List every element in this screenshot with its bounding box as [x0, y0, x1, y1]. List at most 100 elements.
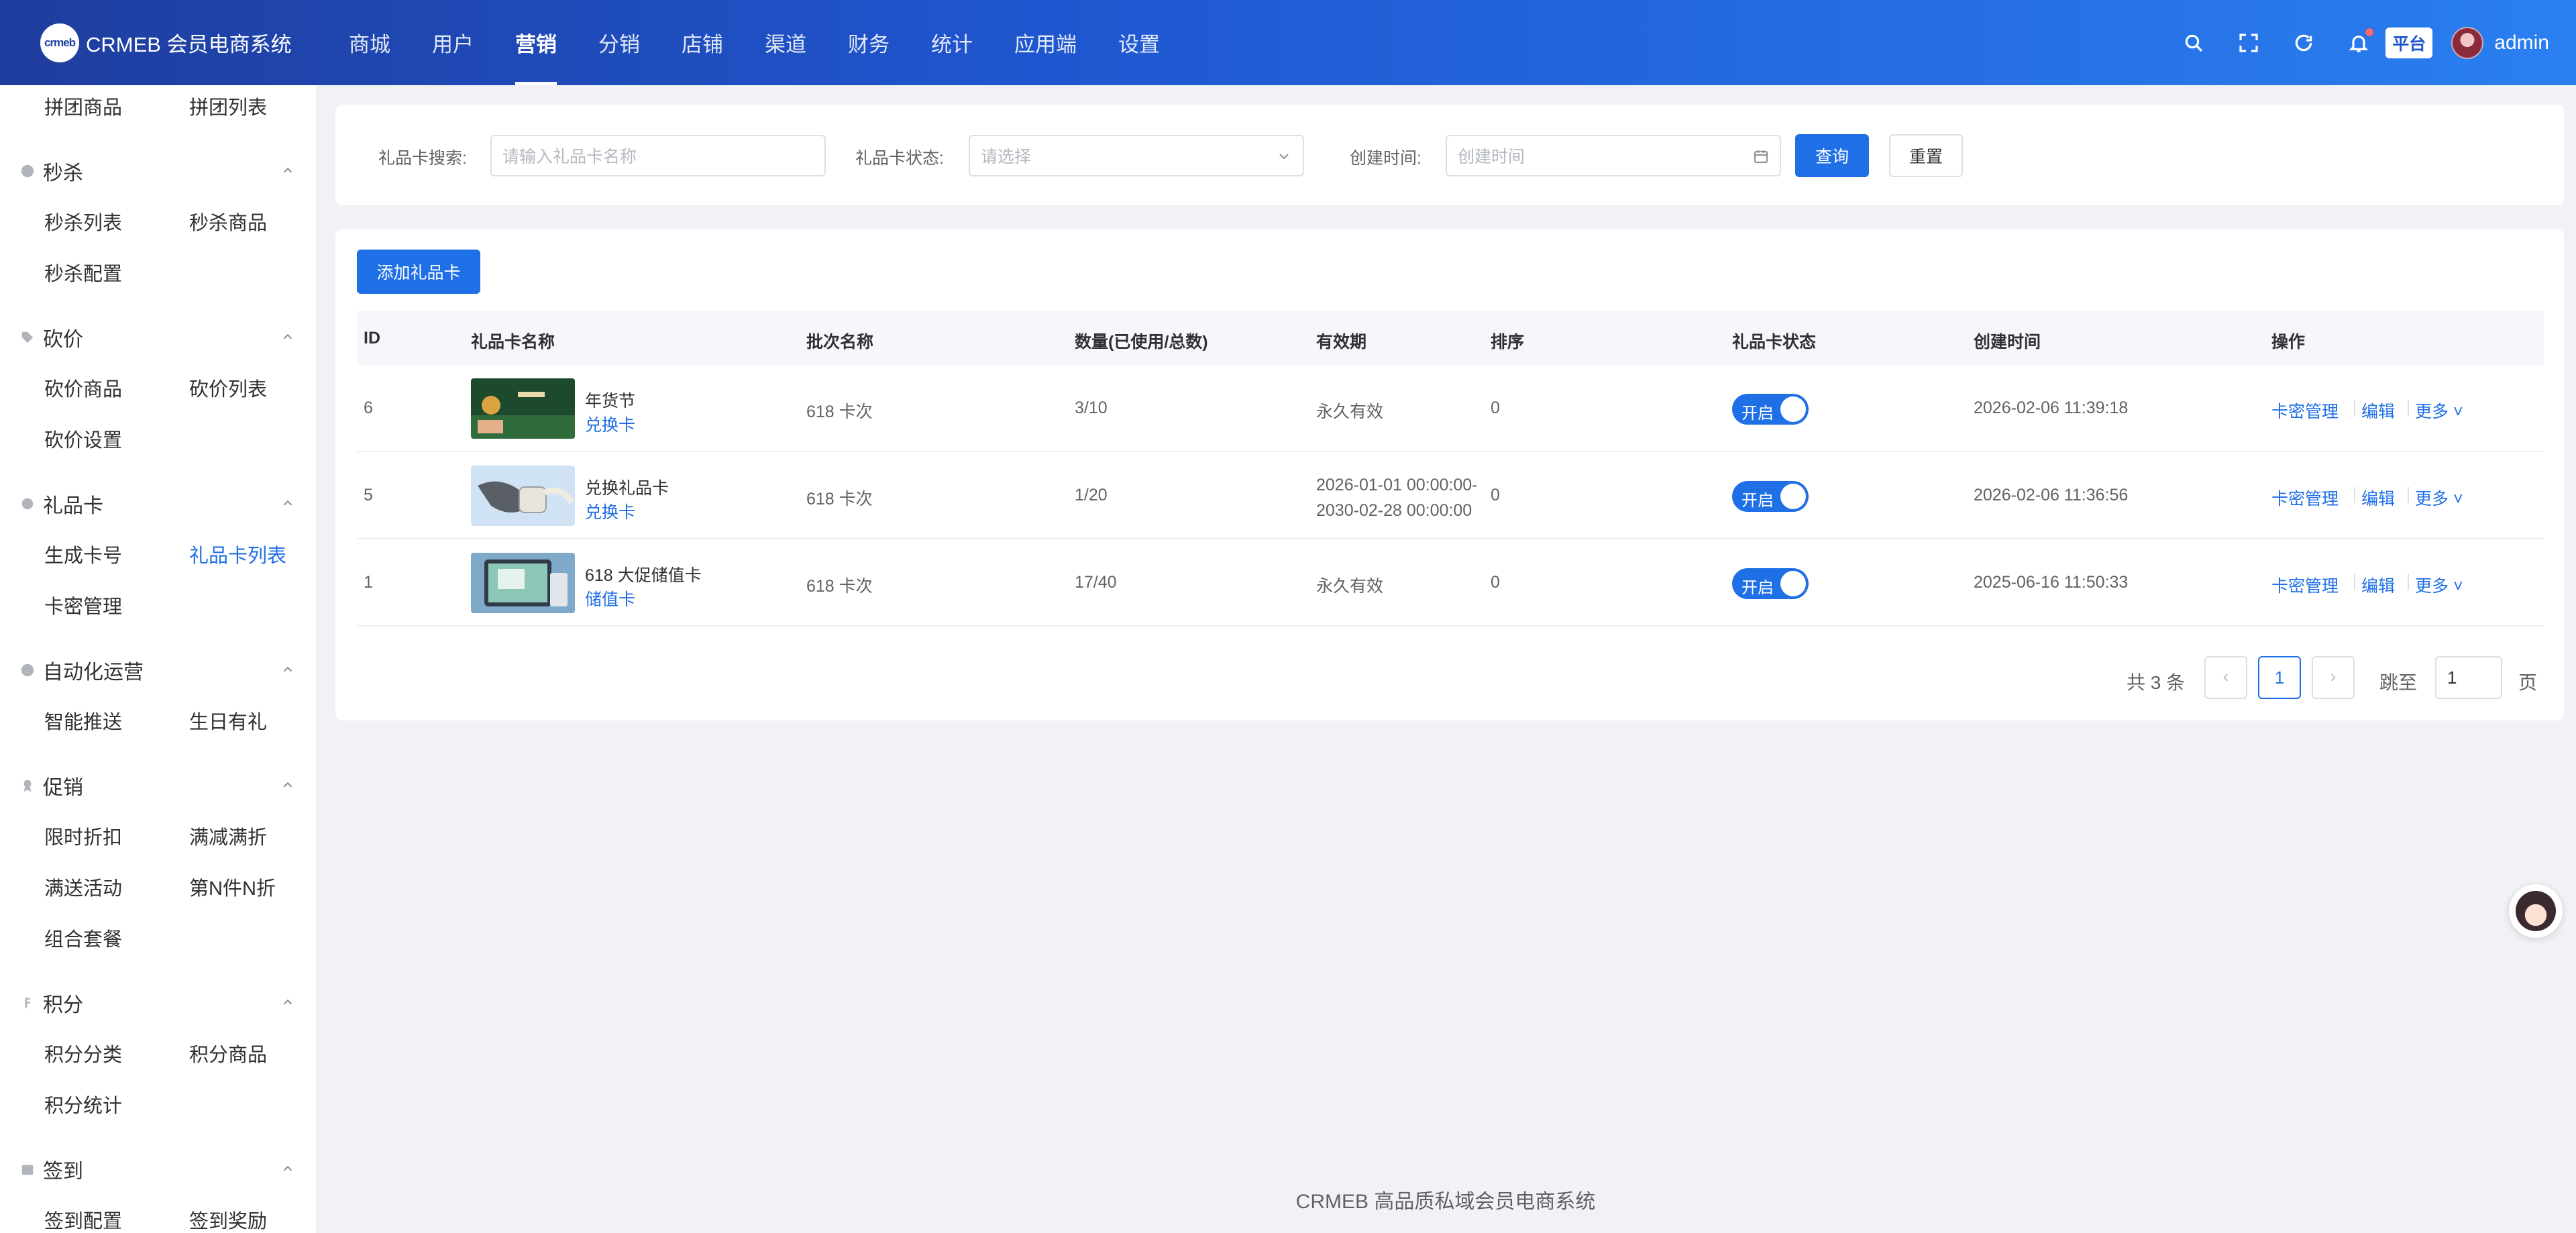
search-icon[interactable] — [2182, 31, 2206, 55]
sidebar-group-signin[interactable]: 签到 — [20, 1155, 295, 1184]
prev-page-button[interactable] — [2204, 656, 2247, 699]
avatar[interactable] — [2451, 26, 2484, 59]
search-label: 礼品卡搜索: — [378, 149, 467, 168]
edit-link[interactable]: 编辑 — [2361, 573, 2395, 597]
cell-created: 2026-02-06 11:36:56 — [1974, 486, 2129, 504]
nav-item-channel[interactable]: 渠道 — [745, 0, 828, 85]
status-select-placeholder: 请选择 — [981, 148, 1032, 166]
sidebar-group-bargain[interactable]: 砍价 — [20, 323, 295, 352]
sidebar-item-birthday-gift[interactable]: 生日有礼 — [189, 706, 267, 735]
cell-batch: 618 卡次 — [806, 403, 873, 421]
main-nav: 商城 用户 营销 分销 店铺 渠道 财务 统计 应用端 设置 — [329, 0, 1181, 85]
robot-icon — [20, 663, 35, 678]
status-toggle-label: 开启 — [1741, 405, 1774, 423]
nav-item-store[interactable]: 店铺 — [661, 0, 745, 85]
edit-link[interactable]: 编辑 — [2361, 486, 2395, 510]
sidebar-group-promotion[interactable]: 促销 — [20, 771, 295, 800]
cell-card-name: 兑换礼品卡 — [585, 479, 669, 498]
sidebar-group-points[interactable]: 积分 — [20, 988, 295, 1018]
sidebar-item-bargain-products[interactable]: 砍价商品 — [44, 374, 122, 402]
cell-sort: 0 — [1491, 573, 1500, 592]
more-dropdown[interactable]: 更多 ˅ — [2415, 573, 2463, 597]
more-dropdown[interactable]: 更多 ˅ — [2415, 486, 2463, 510]
nav-item-apps[interactable]: 应用端 — [994, 0, 1098, 85]
platform-badge[interactable]: 平台 — [2385, 27, 2433, 58]
nav-item-mall[interactable]: 商城 — [329, 0, 412, 85]
jump-page-input[interactable]: 1 — [2435, 656, 2502, 699]
sidebar-item-points-products[interactable]: 积分商品 — [189, 1039, 267, 1067]
top-tools: 平台 admin — [2151, 0, 2549, 85]
add-gift-card-button[interactable]: 添加礼品卡 — [357, 250, 480, 294]
sidebar-item-bargain-settings[interactable]: 砍价设置 — [44, 425, 122, 453]
status-label: 礼品卡状态: — [855, 149, 944, 168]
admin-name[interactable]: admin — [2494, 32, 2549, 54]
card-secret-manage-link[interactable]: 卡密管理 — [2271, 486, 2339, 510]
nav-item-finance[interactable]: 财务 — [828, 0, 911, 85]
query-button[interactable]: 查询 — [1795, 134, 1869, 177]
sidebar-item-seckill-products[interactable]: 秒杀商品 — [189, 207, 267, 235]
refresh-icon[interactable] — [2292, 31, 2316, 55]
sidebar-item-points-stats[interactable]: 积分统计 — [44, 1090, 122, 1118]
sidebar-item-group-products[interactable]: 拼团商品 — [44, 92, 122, 120]
sidebar-group-gift-card[interactable]: 礼品卡 — [20, 489, 295, 519]
gift-card-search-input[interactable]: 请输入礼品卡名称 — [490, 135, 826, 176]
sidebar-item-gift-card-list[interactable]: 礼品卡列表 — [189, 540, 286, 568]
sidebar-item-signin-reward[interactable]: 签到奖励 — [189, 1205, 267, 1233]
created-time-picker[interactable]: 创建时间 — [1446, 135, 1781, 176]
nav-item-user[interactable]: 用户 — [412, 0, 495, 85]
sidebar-item-group-list[interactable]: 拼团列表 — [189, 92, 267, 120]
nav-item-distribution[interactable]: 分销 — [578, 0, 661, 85]
cell-created: 2026-02-06 11:39:18 — [1974, 398, 2129, 417]
sidebar-item-bargain-list[interactable]: 砍价列表 — [189, 374, 267, 402]
reset-button[interactable]: 重置 — [1889, 134, 1963, 177]
next-page-button[interactable] — [2312, 656, 2355, 699]
brand[interactable]: crmeb CRMEB 会员电商系统 — [0, 23, 309, 62]
sidebar-item-card-secret-manage[interactable]: 卡密管理 — [44, 591, 122, 619]
edit-link[interactable]: 编辑 — [2361, 398, 2395, 423]
sidebar: 拼团商品 拼团列表 秒杀 秒杀列表 秒杀商品 秒杀配置 砍价 砍价商品 砍价列表… — [0, 85, 317, 1233]
fullscreen-icon[interactable] — [2237, 31, 2261, 55]
sidebar-group-automation[interactable]: 自动化运营 — [20, 655, 295, 685]
sidebar-item-limited-discount[interactable]: 限时折扣 — [44, 822, 122, 850]
nav-item-marketing[interactable]: 营销 — [495, 0, 578, 85]
sidebar-item-nth-discount[interactable]: 第N件N折 — [189, 873, 276, 901]
column-header-status: 礼品卡状态 — [1732, 333, 1817, 352]
cell-card-type[interactable]: 兑换卡 — [585, 412, 635, 436]
medal-icon — [20, 778, 35, 793]
customer-service-avatar[interactable] — [2509, 884, 2563, 938]
brand-title: CRMEB 会员电商系统 — [86, 33, 292, 56]
nav-item-statistics[interactable]: 统计 — [911, 0, 994, 85]
sidebar-item-generate-card-no[interactable]: 生成卡号 — [44, 540, 122, 568]
column-header-quantity: 数量(已使用/总数) — [1075, 333, 1208, 352]
sidebar-item-combo-package[interactable]: 组合套餐 — [44, 924, 122, 952]
card-secret-manage-link[interactable]: 卡密管理 — [2271, 573, 2339, 597]
cell-id: 1 — [364, 573, 373, 592]
status-toggle[interactable]: 开启 — [1732, 481, 1809, 512]
sidebar-item-seckill-list[interactable]: 秒杀列表 — [44, 207, 122, 235]
cell-card-type[interactable]: 兑换卡 — [585, 499, 635, 523]
nav-item-settings[interactable]: 设置 — [1098, 0, 1181, 85]
column-header-validity: 有效期 — [1316, 333, 1367, 352]
sidebar-item-full-reduction[interactable]: 满减满折 — [189, 822, 267, 850]
sidebar-item-signin-config[interactable]: 签到配置 — [44, 1205, 122, 1233]
page-number-button[interactable]: 1 — [2258, 656, 2301, 699]
sidebar-item-seckill-config[interactable]: 秒杀配置 — [44, 258, 122, 286]
more-label: 更多 — [2415, 403, 2449, 421]
bell-icon[interactable] — [2347, 26, 2375, 55]
gift-card-status-select[interactable]: 请选择 — [969, 135, 1304, 176]
sidebar-group-seckill[interactable]: 秒杀 — [20, 156, 295, 186]
card-secret-manage-link[interactable]: 卡密管理 — [2271, 398, 2339, 423]
cell-card-name: 618 大促储值卡 — [585, 566, 702, 585]
sidebar-item-smart-push[interactable]: 智能推送 — [44, 706, 122, 735]
more-dropdown[interactable]: 更多 ˅ — [2415, 398, 2463, 423]
sidebar-group-label: 礼品卡 — [43, 495, 103, 517]
status-toggle[interactable]: 开启 — [1732, 394, 1809, 425]
chevron-up-icon — [280, 659, 295, 674]
sidebar-group-label: 秒杀 — [43, 162, 83, 184]
cell-card-type[interactable]: 储值卡 — [585, 586, 635, 610]
sidebar-item-full-gift[interactable]: 满送活动 — [44, 873, 122, 901]
status-toggle[interactable]: 开启 — [1732, 568, 1809, 599]
tag-icon — [20, 330, 35, 345]
sidebar-group-label: 砍价 — [43, 329, 83, 351]
sidebar-item-points-category[interactable]: 积分分类 — [44, 1039, 122, 1067]
